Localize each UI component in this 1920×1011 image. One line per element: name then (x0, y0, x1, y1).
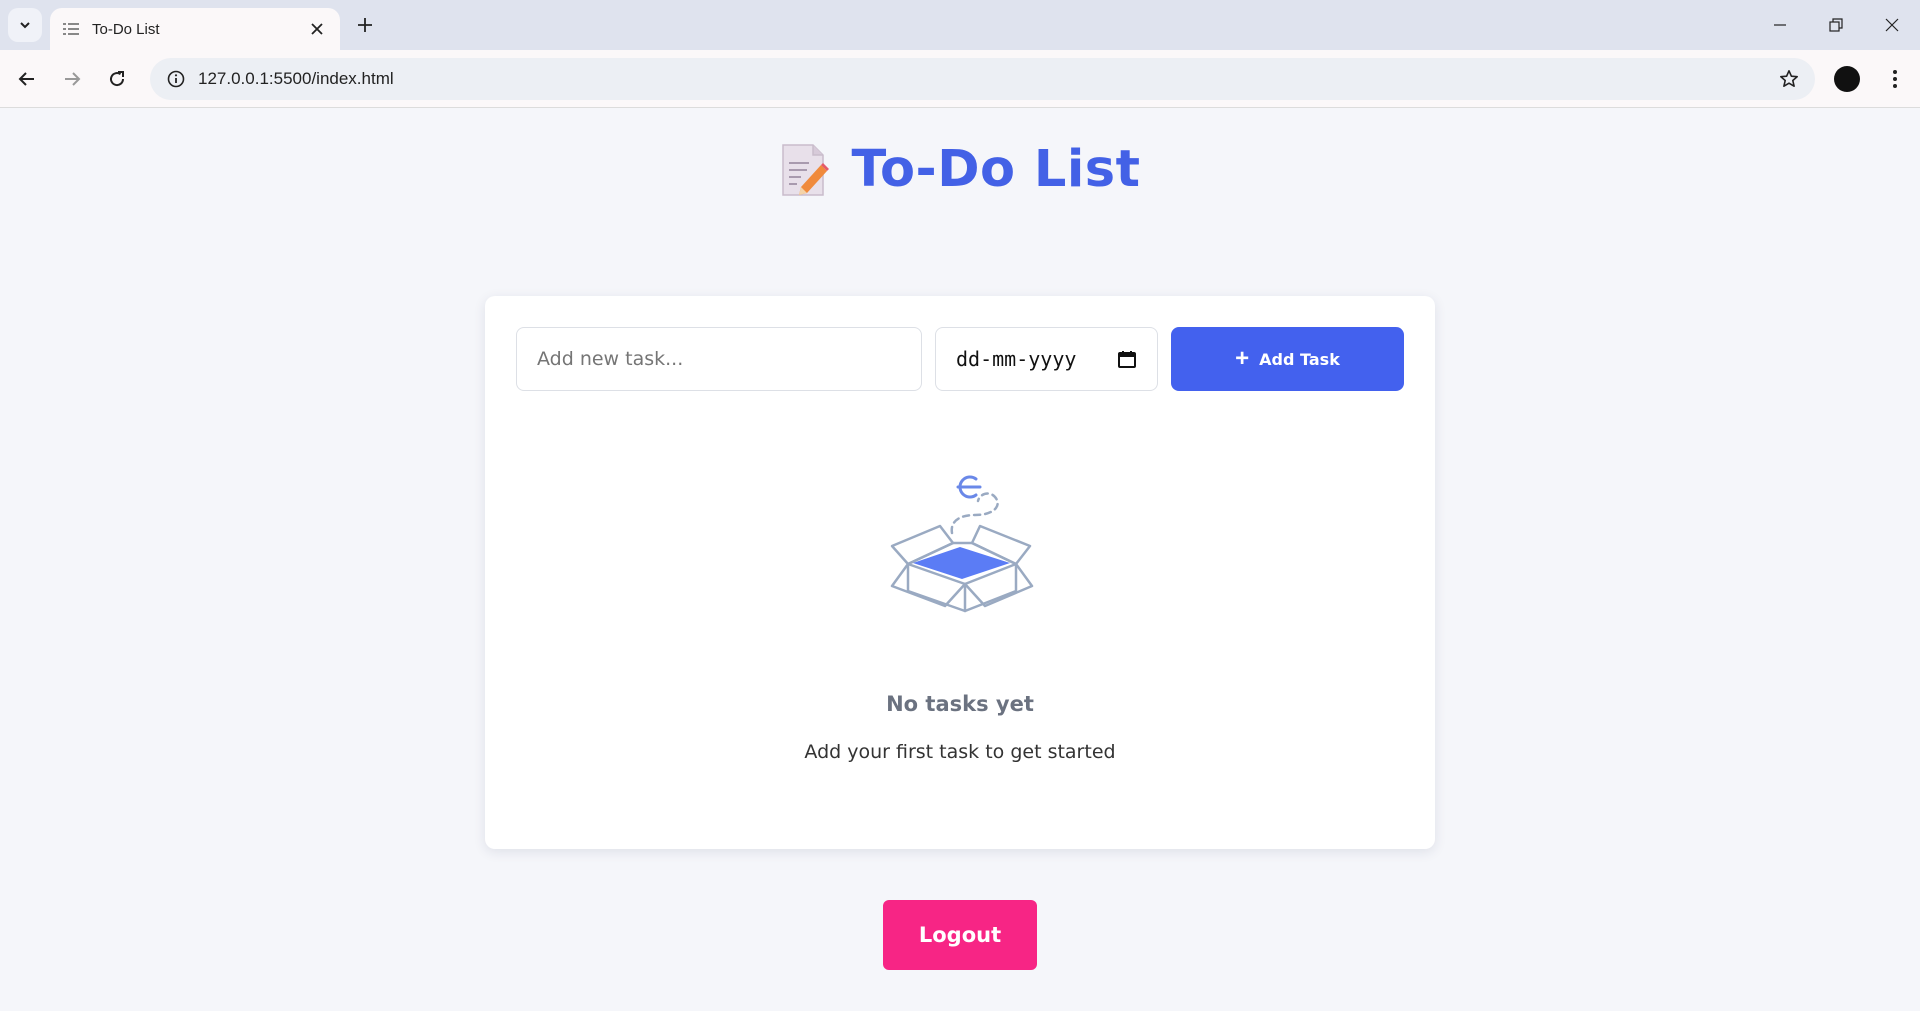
minimize-button[interactable] (1752, 0, 1808, 50)
new-tab-button[interactable] (352, 12, 378, 38)
more-vertical-icon (1893, 70, 1897, 88)
reload-icon (110, 71, 125, 87)
info-icon[interactable] (164, 67, 188, 91)
bookmark-star-icon[interactable] (1769, 59, 1809, 99)
chevron-down-icon (20, 22, 30, 29)
avatar-icon (1847, 74, 1852, 84)
todo-card: dd-mm-yyyy + Add Task (485, 296, 1435, 849)
calendar-icon[interactable] (1117, 349, 1137, 369)
minimize-icon (1774, 24, 1786, 26)
empty-state-subtitle: Add your first task to get started (804, 741, 1116, 763)
memo-icon (782, 143, 830, 196)
restore-icon (1829, 18, 1843, 32)
browser-tab[interactable]: To-Do List (50, 8, 340, 50)
profile-avatar[interactable] (1834, 66, 1860, 92)
page-title: To-Do List (0, 140, 1920, 199)
list-icon (63, 23, 79, 35)
logout-button[interactable]: Logout (883, 900, 1037, 970)
window-controls (1752, 0, 1920, 50)
plus-icon: + (1235, 345, 1250, 372)
due-date-input[interactable]: dd-mm-yyyy (935, 327, 1158, 391)
arrow-left-icon (18, 72, 34, 86)
empty-state-title: No tasks yet (886, 692, 1034, 716)
reload-button[interactable] (100, 62, 134, 96)
task-input[interactable] (516, 327, 922, 391)
page-heading: To-Do List (851, 140, 1141, 199)
close-icon[interactable] (306, 18, 328, 40)
url-text: 127.0.0.1:5500/index.html (198, 69, 394, 88)
add-task-label: Add Task (1259, 349, 1340, 369)
tab-search-button[interactable] (8, 8, 42, 42)
empty-box-icon (890, 475, 1034, 613)
add-task-button[interactable]: + Add Task (1171, 327, 1404, 391)
close-icon (1885, 18, 1899, 32)
close-window-button[interactable] (1864, 0, 1920, 50)
address-bar[interactable]: 127.0.0.1:5500/index.html (150, 58, 1815, 100)
arrow-right-icon (65, 72, 81, 86)
browser-tabstrip: To-Do List (0, 0, 1920, 50)
browser-menu-button[interactable] (1880, 64, 1910, 94)
tab-title: To-Do List (92, 20, 160, 38)
back-button[interactable] (10, 62, 44, 96)
date-value: dd-mm-yyyy (956, 347, 1077, 371)
plus-icon (358, 18, 372, 32)
forward-button[interactable] (55, 62, 89, 96)
restore-button[interactable] (1808, 0, 1864, 50)
browser-toolbar: 127.0.0.1:5500/index.html (0, 50, 1920, 108)
